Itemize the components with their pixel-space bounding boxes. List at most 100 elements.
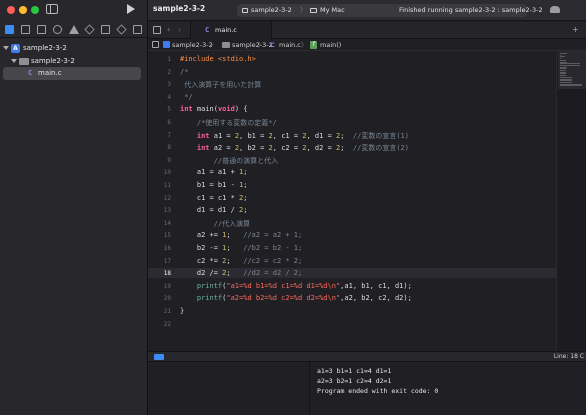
minimap-line	[560, 53, 567, 54]
code-line: printf("a1=%d b1=%d c1=%d d1=%d\n",a1, b…	[196, 281, 412, 290]
line-number: 8	[167, 144, 171, 152]
code-line: int main(void) {	[180, 105, 248, 114]
line-number: 11	[163, 182, 171, 189]
code-line: /*	[180, 67, 189, 76]
line-number: 4	[167, 93, 171, 101]
line-number: 9	[167, 156, 171, 164]
code-line: //普通の演算と代入	[180, 156, 279, 165]
jumpbar-item-group[interactable]: sample2-3-2	[232, 39, 273, 51]
variables-view[interactable]	[148, 362, 310, 415]
debug-navigator-icon[interactable]	[101, 25, 110, 34]
add-editor-icon[interactable]: +	[572, 25, 579, 34]
report-navigator-icon[interactable]	[133, 25, 142, 34]
jumpbar-item-project[interactable]: sample2-3-2	[172, 39, 213, 51]
minimap[interactable]	[556, 51, 586, 351]
console-line: Program ended with exit code: 0	[317, 387, 439, 395]
code-line: b2 -= 1; //b2 = b2 - 1;	[180, 244, 303, 252]
line-number: 12	[163, 194, 171, 202]
console-line: a1=3 b1=1 c1=4 d1=1	[317, 367, 392, 375]
xcode-project-icon: A	[11, 44, 20, 53]
line-number: 16	[163, 245, 171, 252]
navigator-selector-bar	[0, 21, 148, 38]
line-number: 5	[167, 106, 171, 114]
breakpoint-navigator-icon[interactable]	[116, 24, 127, 35]
debug-area-toggle-icon[interactable]	[154, 354, 164, 360]
function-icon: f	[310, 41, 317, 49]
line-number: 17	[163, 257, 171, 265]
chevron-right-icon: 〉	[301, 41, 308, 49]
tab-main-c[interactable]: C main.c	[190, 22, 272, 39]
bookmark-navigator-icon[interactable]	[37, 25, 46, 34]
close-window-button[interactable]	[7, 6, 15, 14]
forward-arrow-icon[interactable]: ›	[178, 25, 181, 34]
code-line: //代入演算	[180, 219, 251, 228]
code-line: a1 = a1 + 1;	[180, 168, 248, 177]
navigator-sidebar: A sample2-3-2 sample2-3-2 C main.c	[0, 0, 148, 415]
run-button-icon[interactable]	[127, 4, 135, 14]
code-line: */	[180, 92, 193, 101]
tree-item-main-c[interactable]: C main.c	[3, 67, 141, 80]
project-navigator-icon[interactable]	[5, 25, 14, 34]
find-navigator-icon[interactable]	[53, 25, 62, 34]
jump-bar-project-icon	[163, 41, 170, 48]
code-line: a2 += 1; //a2 = a2 + 1;	[180, 231, 303, 240]
jumpbar-item-file[interactable]: main.c	[279, 39, 301, 51]
tab-label: main.c	[215, 26, 237, 34]
c-file-icon: C	[28, 69, 33, 77]
chevron-down-icon[interactable]	[11, 59, 17, 63]
tree-item-label: sample2-3-2	[23, 44, 67, 52]
line-number: 7	[167, 131, 171, 139]
editor-tab-bar: ‹ › C main.c +	[148, 22, 586, 39]
line-number: 2	[167, 68, 171, 76]
jump-bar-folder-icon	[222, 42, 230, 48]
debug-bar: Line: 18 C	[148, 351, 586, 362]
activity-status: Finished running sample2-3-2 : sample2-3…	[399, 6, 543, 14]
line-number: 6	[167, 119, 171, 126]
code-line: #include <stdio.h>	[180, 55, 256, 63]
c-file-icon: C	[205, 26, 210, 34]
destination-selector[interactable]: My Mac	[320, 4, 345, 17]
line-number: 15	[163, 232, 171, 240]
console-output[interactable]: a1=3 b1=1 c1=4 d1=1 a2=3 b2=1 c2=4 d2=1 …	[311, 362, 586, 415]
line-number: 3	[167, 81, 171, 89]
line-number-gutter: 1 2 3 4 5 6 7 8 9 10 11 12 13 14 15 16 17 18 19 20 21 22	[148, 51, 174, 351]
line-column-indicator: Line: 18 C	[553, 353, 584, 360]
editor-grid-icon[interactable]	[153, 26, 161, 34]
related-items-icon[interactable]	[152, 41, 159, 48]
line-number: 22	[163, 320, 171, 328]
source-editor[interactable]: 1 2 3 4 5 6 7 8 9 10 11 12 13 14 15 16 17 18 19 20 21 22 #inc…	[148, 51, 586, 351]
sidebar-titlebar	[0, 0, 148, 20]
console-line: a2=3 b2=1 c2=4 d2=1	[317, 377, 392, 385]
scheme-icon	[242, 8, 248, 13]
chevron-right-icon: 〉	[300, 6, 307, 14]
jumpbar-item-function[interactable]: main()	[320, 39, 341, 51]
code-line: c1 = c1 * 2;	[180, 193, 248, 202]
code-line: c2 *= 2; //c2 = c2 * 2;	[180, 256, 303, 265]
issue-navigator-icon[interactable]	[69, 25, 79, 34]
line-number: 13	[163, 207, 171, 215]
source-control-navigator-icon[interactable]	[21, 25, 30, 34]
window-toolbar: sample2-3-2 sample2-3-2 〉 My Mac Finishe…	[148, 0, 586, 21]
scheme-activity-bar[interactable]: sample2-3-2 〉 My Mac Finished running sa…	[237, 4, 543, 17]
chevron-right-icon: 〉	[210, 41, 217, 49]
code-line: b1 = b1 - 1;	[180, 181, 248, 189]
minimap-line	[560, 85, 582, 87]
test-navigator-icon[interactable]	[84, 24, 95, 35]
line-number: 1	[167, 56, 171, 63]
c-file-icon: C	[270, 41, 275, 49]
code-line: }	[180, 307, 185, 315]
code-line: printf("a2=%d b2=%d c2=%d d2=%d\n",a2, b…	[196, 294, 412, 303]
tree-item-project[interactable]: A sample2-3-2	[0, 42, 148, 55]
minimize-window-button[interactable]	[19, 6, 27, 14]
mac-destination-icon	[310, 8, 317, 13]
chevron-down-icon[interactable]	[3, 46, 9, 50]
line-number: 14	[163, 219, 171, 227]
sidebar-toggle-icon[interactable]	[46, 4, 58, 14]
jump-bar: sample2-3-2 〉 sample2-3-2 〉 C main.c 〉 f…	[148, 39, 586, 51]
scheme-selector[interactable]: sample2-3-2	[251, 4, 292, 17]
back-arrow-icon[interactable]: ‹	[167, 25, 170, 34]
tree-item-label: main.c	[38, 69, 62, 77]
zoom-window-button[interactable]	[31, 6, 39, 14]
cloud-icon[interactable]	[550, 6, 560, 13]
code-line: d2 /= 2; //d2 = d2 / 2;	[180, 269, 303, 278]
